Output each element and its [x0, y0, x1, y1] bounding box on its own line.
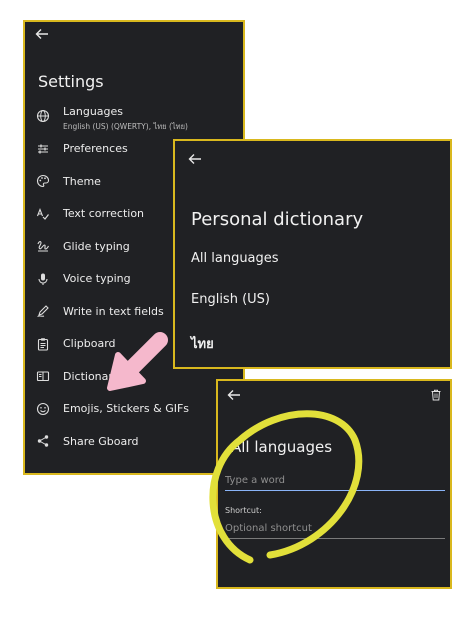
share-icon [36, 434, 50, 448]
globe-icon [36, 109, 50, 123]
menu-item-label: Preferences [63, 142, 128, 156]
back-arrow-icon[interactable] [227, 389, 241, 401]
dictionary-title: Personal dictionary [191, 209, 364, 230]
word-editor-title: All languages [231, 438, 333, 456]
palette-icon [36, 174, 50, 188]
dictionary-item-all-languages[interactable]: All languages [191, 251, 279, 266]
spellcheck-icon [36, 207, 50, 221]
menu-item-label: Voice typing [63, 272, 131, 286]
smiley-icon [36, 402, 50, 416]
dictionary-item-thai[interactable]: ไทย [191, 333, 214, 354]
shortcut-label: Shortcut: [225, 506, 262, 515]
pen-icon [36, 304, 50, 318]
clipboard-icon [36, 337, 50, 351]
dictionary-item-english-us[interactable]: English (US) [191, 292, 270, 307]
menu-item-label: Theme [63, 174, 101, 188]
menu-item-label: Emojis, Stickers & GIFs [63, 402, 190, 416]
settings-title: Settings [38, 72, 104, 91]
book-icon [36, 369, 50, 383]
menu-item-emojis-stickers-gifs[interactable]: Emojis, Stickers & GIFs [25, 393, 243, 426]
back-arrow-icon[interactable] [35, 28, 49, 40]
menu-item-label: Dictionary [63, 369, 120, 383]
add-word-panel: All languages Shortcut: [216, 379, 452, 589]
menu-item-label: Text correction [63, 207, 145, 221]
menu-item-share-gboard[interactable]: Share Gboard [25, 425, 243, 458]
shortcut-input[interactable] [225, 521, 445, 539]
menu-item-label: Write in text fields [63, 304, 164, 318]
menu-item-label: Clipboard [63, 337, 116, 351]
menu-item-label: Languages [63, 105, 124, 118]
back-arrow-icon[interactable] [188, 153, 202, 165]
microphone-icon [36, 272, 50, 286]
word-input[interactable] [225, 473, 445, 491]
menu-item-sublabel: English (US) (QWERTY), ไทย (ไทย) [63, 122, 188, 131]
menu-item-label: Share Gboard [63, 434, 139, 448]
personal-dictionary-panel: Personal dictionary All languages Englis… [173, 139, 452, 369]
gesture-icon [36, 239, 50, 253]
menu-item-label: Glide typing [63, 239, 130, 253]
sliders-icon [36, 142, 50, 156]
delete-icon[interactable] [430, 389, 442, 401]
menu-item-languages[interactable]: Languages English (US) (QWERTY), ไทย (ไท… [25, 100, 243, 133]
